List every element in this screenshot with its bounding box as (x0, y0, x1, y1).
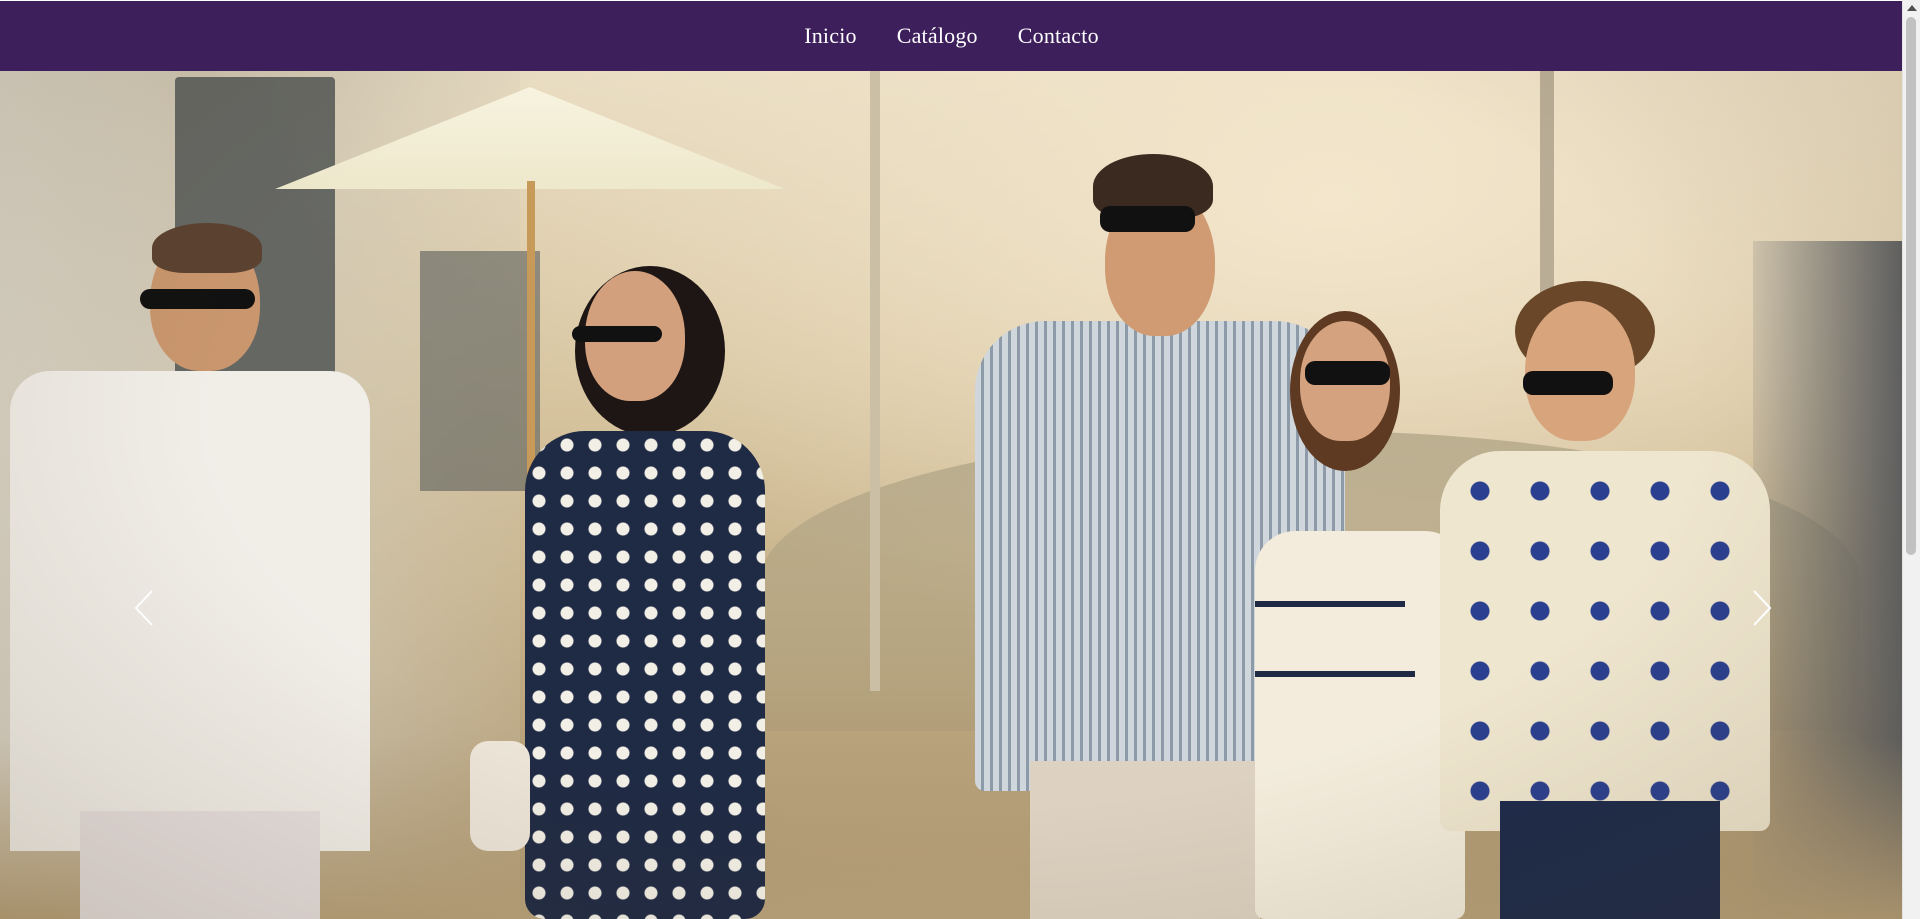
carousel-next-button[interactable] (1742, 578, 1782, 638)
hero-carousel (0, 71, 1903, 919)
scroll-up-button[interactable] (1903, 0, 1920, 16)
scrollbar-thumb[interactable] (1906, 17, 1916, 555)
nav-menu: Inicio Catálogo Contacto (804, 23, 1099, 49)
background-window (420, 251, 540, 491)
nav-link-contacto[interactable]: Contacto (1018, 23, 1099, 48)
nav-link-catalogo[interactable]: Catálogo (897, 23, 978, 48)
scroll-up-arrow-icon (1906, 5, 1917, 11)
nav-item-contacto: Contacto (1018, 23, 1099, 49)
page: Inicio Catálogo Contacto (0, 0, 1920, 919)
parasol-stick (527, 181, 535, 491)
nav-link-inicio[interactable]: Inicio (804, 23, 857, 48)
nav-item-inicio: Inicio (804, 23, 857, 49)
vertical-scrollbar[interactable] (1902, 0, 1920, 919)
carousel-prev-button[interactable] (124, 578, 164, 638)
nav-item-catalogo: Catálogo (897, 23, 978, 49)
top-navbar: Inicio Catálogo Contacto (0, 1, 1903, 71)
background-pole (870, 71, 880, 691)
chevron-right-icon (1753, 590, 1772, 626)
chevron-left-icon (134, 590, 153, 626)
